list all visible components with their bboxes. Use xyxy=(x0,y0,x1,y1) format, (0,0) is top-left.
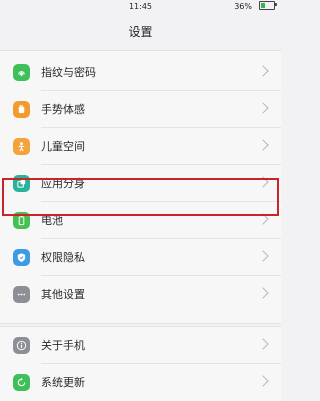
settings-item-about-phone[interactable]: 关于手机 xyxy=(0,327,281,364)
status-battery-icon xyxy=(259,1,277,10)
settings-item-label: 权限隐私 xyxy=(41,251,85,264)
settings-item-permissions-privacy[interactable]: 权限隐私 xyxy=(0,239,281,276)
settings-item-label: 指纹与密码 xyxy=(41,66,96,79)
fingerprint-icon xyxy=(13,64,30,81)
hand-gesture-icon xyxy=(13,101,30,118)
chevron-right-icon xyxy=(257,250,269,262)
settings-item-system-update[interactable]: 系统更新 xyxy=(0,364,281,401)
battery-highlight-annotation xyxy=(2,178,279,216)
battery-percent: 36% xyxy=(234,2,252,11)
info-icon xyxy=(13,337,30,354)
chevron-right-icon xyxy=(257,102,269,114)
chevron-right-icon xyxy=(257,65,269,77)
page-title: 设置 xyxy=(128,25,153,39)
settings-item-label: 关于手机 xyxy=(41,339,85,352)
system-update-icon xyxy=(13,374,30,391)
settings-item-label: 手势体感 xyxy=(41,103,85,116)
status-bar: 11:45 36% xyxy=(0,0,281,14)
settings-item-other-settings[interactable]: 其他设置 xyxy=(0,276,281,313)
settings-item-kids-space[interactable]: 儿童空间 xyxy=(0,128,281,165)
settings-item-gestures[interactable]: 手势体感 xyxy=(0,91,281,128)
settings-item-label: 儿童空间 xyxy=(41,140,85,153)
settings-item-label: 系统更新 xyxy=(41,376,85,389)
more-dots-icon xyxy=(13,286,30,303)
settings-item-fingerprint-password[interactable]: 指纹与密码 xyxy=(0,54,281,91)
child-icon xyxy=(13,138,30,155)
chevron-right-icon xyxy=(257,338,269,350)
settings-group-2: 关于手机 系统更新 xyxy=(0,326,281,401)
settings-item-label: 其他设置 xyxy=(41,288,85,301)
chevron-right-icon xyxy=(257,287,269,299)
status-battery: 36% xyxy=(234,0,277,14)
chevron-right-icon xyxy=(257,139,269,151)
chevron-right-icon xyxy=(257,375,269,387)
shield-icon xyxy=(13,249,30,266)
